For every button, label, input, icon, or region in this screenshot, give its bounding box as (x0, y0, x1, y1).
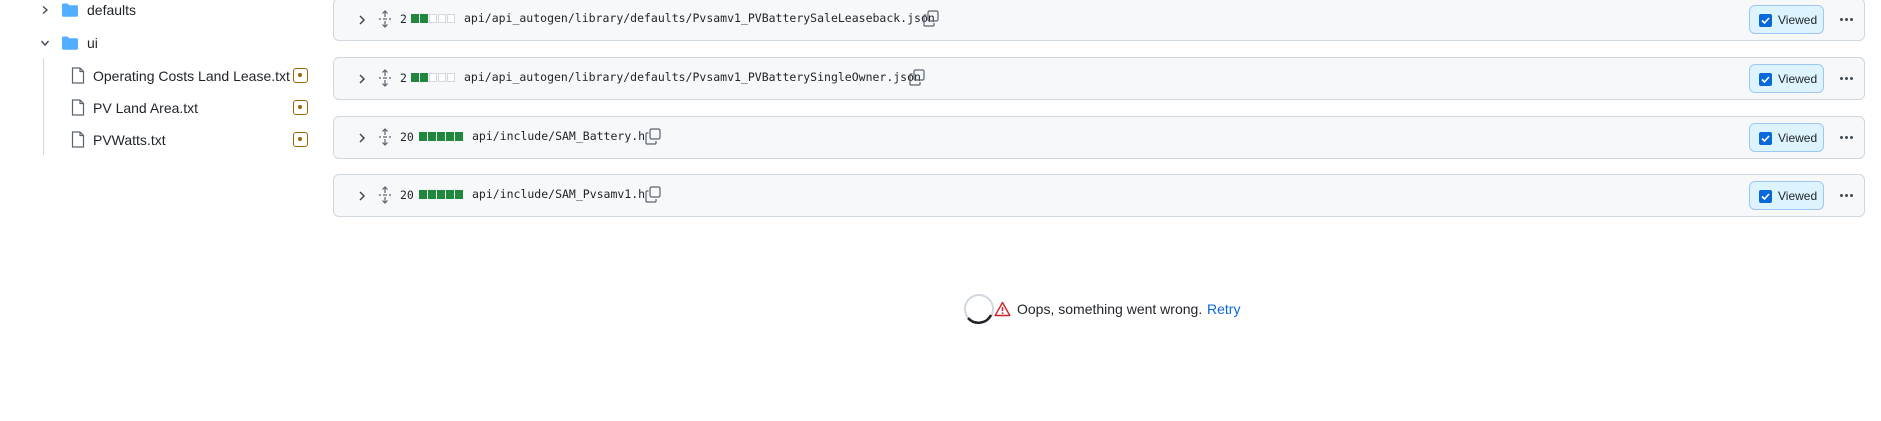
diffstat-added-block (420, 73, 428, 82)
diffstat-added-block (446, 132, 454, 141)
diff-file-header: 2 api/api_autogen/library/defaults/Pvsam… (333, 57, 1865, 100)
chevron-right-icon[interactable] (355, 12, 369, 28)
more-options-icon[interactable] (1836, 128, 1856, 146)
viewed-label: Viewed (1778, 131, 1818, 145)
tree-item-file[interactable]: PV Land Area.txt (0, 93, 320, 123)
file-icon (71, 99, 85, 116)
viewed-label: Viewed (1778, 72, 1818, 86)
copy-icon[interactable] (645, 186, 661, 203)
copy-icon[interactable] (909, 69, 925, 86)
chevron-right-icon[interactable] (355, 71, 369, 87)
diffstat-added-block (411, 73, 419, 82)
checkbox-checked-icon[interactable] (1759, 132, 1772, 145)
chevron-down-icon[interactable] (37, 35, 53, 51)
diffstat-neutral-block (429, 14, 437, 23)
diff-file-header: 20 api/include/SAM_Pvsamv1.h Viewed (333, 174, 1865, 217)
copy-icon[interactable] (923, 10, 939, 27)
diffstat-neutral-block (429, 73, 437, 82)
change-count: 20 (400, 188, 414, 202)
diffstat-added-block (455, 132, 463, 141)
diffstat (411, 14, 455, 23)
tree-item-label: Operating Costs Land Lease.txt (93, 68, 290, 84)
unfold-icon[interactable] (377, 186, 393, 204)
diffstat-neutral-block (447, 73, 455, 82)
alert-icon (994, 301, 1011, 317)
diffstat (419, 190, 463, 199)
diff-file-path[interactable]: api/include/SAM_Battery.h (472, 129, 645, 143)
tree-item-label: PV Land Area.txt (93, 100, 199, 116)
chevron-right-icon[interactable] (355, 130, 369, 146)
diffstat-added-block (455, 190, 463, 199)
viewed-toggle[interactable]: Viewed (1749, 64, 1824, 93)
diffstat-neutral-block (447, 14, 455, 23)
diffstat-neutral-block (438, 73, 446, 82)
tree-item-label: ui (87, 35, 98, 51)
tree-item-label: PVWatts.txt (93, 132, 166, 148)
viewed-toggle[interactable]: Viewed (1749, 5, 1824, 34)
folder-open-icon (61, 35, 79, 51)
diffstat-added-block (437, 132, 445, 141)
viewed-label: Viewed (1778, 189, 1818, 203)
diff-file-header: 2 api/api_autogen/library/defaults/Pvsam… (333, 0, 1865, 41)
tree-item-defaults[interactable]: defaults (0, 0, 320, 25)
change-count: 2 (400, 71, 407, 85)
change-count: 2 (400, 12, 407, 26)
checkbox-checked-icon[interactable] (1759, 190, 1772, 203)
unfold-icon[interactable] (377, 69, 393, 87)
file-modified-icon (293, 68, 308, 83)
unfold-icon[interactable] (377, 128, 393, 146)
file-icon (71, 131, 85, 148)
tree-item-ui[interactable]: ui (0, 28, 320, 58)
checkbox-checked-icon[interactable] (1759, 73, 1772, 86)
viewed-toggle[interactable]: Viewed (1749, 123, 1824, 152)
diffstat-added-block (419, 190, 427, 199)
diffstat-added-block (446, 190, 454, 199)
file-icon (71, 67, 85, 84)
change-count: 20 (400, 130, 414, 144)
diffstat (411, 73, 455, 82)
diffstat-added-block (411, 14, 419, 23)
diffstat-added-block (419, 132, 427, 141)
folder-icon (61, 2, 79, 18)
diffstat-neutral-block (438, 14, 446, 23)
diffstat (419, 132, 463, 141)
diff-file-path[interactable]: api/include/SAM_Pvsamv1.h (472, 187, 645, 201)
diff-file-path[interactable]: api/api_autogen/library/defaults/Pvsamv1… (464, 70, 921, 84)
file-tree: defaults ui Operating Costs Land Lease.t… (0, 0, 320, 421)
loading-spinner-icon (963, 293, 995, 325)
diffstat-added-block (420, 14, 428, 23)
viewed-toggle[interactable]: Viewed (1749, 181, 1824, 210)
chevron-right-icon[interactable] (37, 2, 53, 18)
chevron-right-icon[interactable] (355, 188, 369, 204)
file-modified-icon (293, 100, 308, 115)
checkbox-checked-icon[interactable] (1759, 14, 1772, 27)
more-options-icon[interactable] (1836, 186, 1856, 204)
more-options-icon[interactable] (1836, 69, 1856, 87)
tree-item-file[interactable]: Operating Costs Land Lease.txt (0, 61, 320, 91)
error-message: Oops, something went wrong. (1017, 301, 1203, 317)
diffstat-added-block (428, 190, 436, 199)
diff-file-header: 20 api/include/SAM_Battery.h Viewed (333, 116, 1865, 159)
unfold-icon[interactable] (377, 10, 393, 28)
copy-icon[interactable] (645, 128, 661, 145)
viewed-label: Viewed (1778, 13, 1818, 27)
more-options-icon[interactable] (1836, 10, 1856, 28)
tree-item-file[interactable]: PVWatts.txt (0, 125, 320, 155)
diffstat-added-block (437, 190, 445, 199)
diff-file-path[interactable]: api/api_autogen/library/defaults/Pvsamv1… (464, 11, 935, 25)
file-modified-icon (293, 132, 308, 147)
retry-link[interactable]: Retry (1207, 301, 1240, 317)
diffstat-added-block (428, 132, 436, 141)
tree-item-label: defaults (87, 2, 137, 18)
